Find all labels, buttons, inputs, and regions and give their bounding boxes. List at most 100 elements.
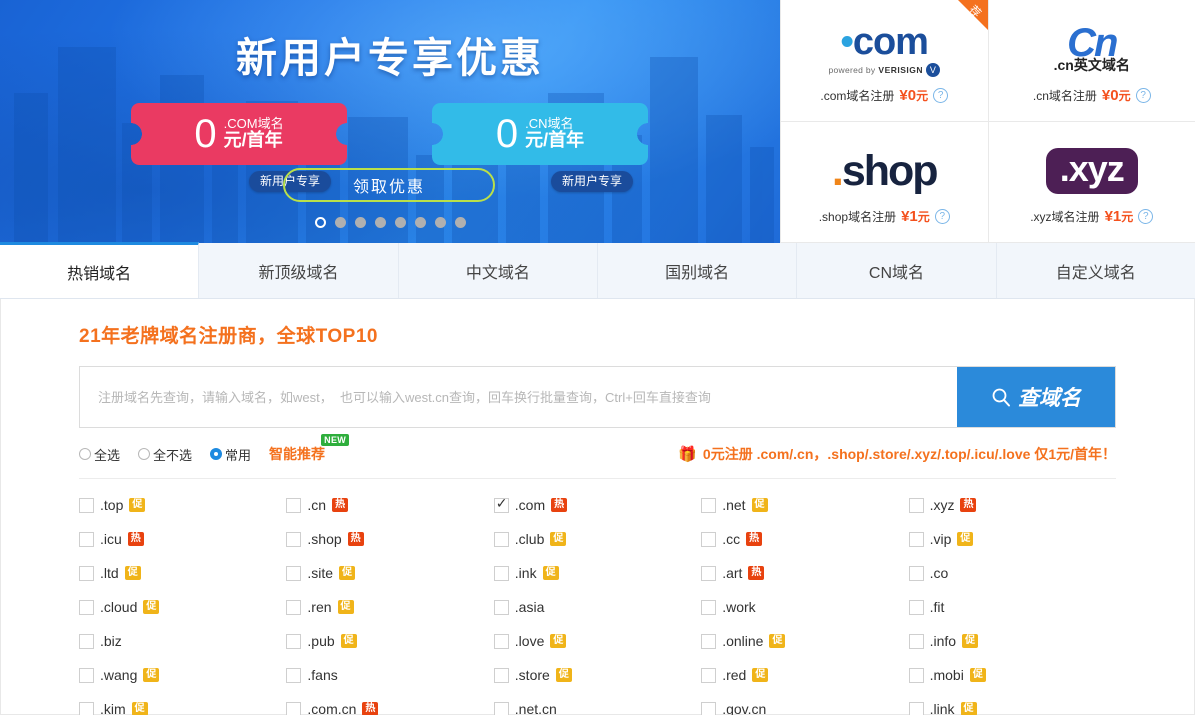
tld-option-ren[interactable]: .ren 促 (286, 599, 493, 615)
checkbox-icon[interactable] (701, 667, 717, 683)
tld-option-biz[interactable]: .biz (79, 633, 286, 649)
tld-option-store[interactable]: .store 促 (493, 667, 701, 683)
help-icon[interactable]: ? (933, 87, 949, 103)
tld-option-xyz[interactable]: .xyz 热 (908, 497, 1116, 513)
checkbox-icon[interactable] (908, 531, 924, 547)
tld-option-wang[interactable]: .wang 促 (79, 667, 286, 683)
tld-option-art[interactable]: .art 热 (701, 565, 908, 581)
radio-icon[interactable] (79, 448, 91, 460)
checkbox-icon[interactable] (79, 667, 94, 683)
promo-card-xyz[interactable]: .xyz .xyz域名注册 ¥1元 ? (987, 121, 1195, 243)
tld-option-comcn[interactable]: .com.cn 热 (286, 701, 493, 715)
tab-1[interactable]: 新顶级域名 (199, 243, 399, 298)
tld-option-ltd[interactable]: .ltd 促 (79, 565, 286, 581)
checkbox-icon[interactable] (493, 531, 509, 547)
tab-0[interactable]: 热销域名 (0, 242, 200, 298)
checkbox-icon[interactable] (908, 565, 924, 581)
tld-option-fit[interactable]: .fit (908, 599, 1116, 615)
tld-option-pub[interactable]: .pub 促 (286, 633, 493, 649)
domain-category-tabs[interactable]: 热销域名 新顶级域名 中文域名 国别域名 CN域名 自定义域名 (0, 242, 1195, 299)
checkbox-icon[interactable] (79, 565, 94, 581)
checkbox-icon[interactable] (493, 495, 509, 513)
tld-option-cloud[interactable]: .cloud 促 (79, 599, 286, 615)
tld-option-govcn[interactable]: .gov.cn (701, 701, 908, 715)
carousel-dot-4[interactable] (374, 217, 386, 228)
carousel-dot-1[interactable] (314, 217, 326, 228)
checkbox-icon[interactable] (79, 497, 94, 513)
tld-option-co[interactable]: .co (908, 565, 1116, 581)
checkbox-icon[interactable] (493, 565, 509, 581)
tld-option-club[interactable]: .club 促 (493, 531, 701, 547)
tld-option-mobi[interactable]: .mobi 促 (908, 667, 1116, 683)
option-2[interactable]: 常用 (210, 445, 251, 464)
radio-icon[interactable] (138, 448, 151, 460)
tab-3[interactable]: 国别域名 (597, 243, 798, 298)
checkbox-icon[interactable] (79, 701, 94, 715)
tld-option-kim[interactable]: .kim 促 (79, 701, 286, 715)
tld-option-top[interactable]: .top 促 (79, 497, 286, 513)
search-input[interactable] (80, 367, 957, 427)
checkbox-icon[interactable] (908, 599, 924, 615)
coupon-cn[interactable]: 0 .CN域名 元/首年 (432, 103, 648, 165)
radio-icon[interactable] (210, 448, 223, 460)
tld-option-cn[interactable]: .cn 热 (286, 497, 493, 513)
checkbox-icon[interactable] (286, 531, 302, 547)
tld-checkbox-grid[interactable]: .top 促 .cn 热 .com 热 .net 促 .xyz 热 .icu 热 .shop 热 .club… (79, 495, 1116, 715)
search-button[interactable]: 查域名 (957, 367, 1115, 427)
smart-recommend-link[interactable]: 智能推荐 NEW (269, 434, 350, 464)
tld-option-asia[interactable]: .asia (493, 599, 701, 615)
carousel-dot-2[interactable] (334, 217, 346, 228)
tld-option-red[interactable]: .red 促 (701, 667, 908, 683)
promo-card-com[interactable]: 荐 •com powered by VERISIGN V .com域名注册 ¥0… (780, 0, 988, 122)
checkbox-icon[interactable] (908, 497, 924, 513)
domain-search-bar[interactable]: 查域名 (79, 366, 1116, 428)
help-icon[interactable]: ? (1138, 209, 1154, 225)
checkbox-icon[interactable] (493, 599, 509, 615)
tld-option-icu[interactable]: .icu 热 (79, 531, 286, 547)
tld-option-cc[interactable]: .cc 热 (701, 531, 908, 547)
tld-option-com[interactable]: .com 热 (493, 495, 701, 513)
checkbox-icon[interactable] (286, 565, 302, 581)
tld-option-work[interactable]: .work (701, 599, 908, 615)
checkbox-icon[interactable] (701, 701, 717, 715)
hero-banner[interactable]: 新用户专享优惠 新用户专享 0 .COM域名 元/首年 新用户专享 0 .CN域… (0, 0, 780, 243)
checkbox-icon[interactable] (79, 531, 94, 547)
checkbox-icon[interactable] (701, 565, 717, 581)
selection-radio-group[interactable]: 全选 全不选 常用 智能推荐 NEW (79, 434, 350, 464)
checkbox-icon[interactable] (286, 701, 302, 715)
tab-2[interactable]: 中文域名 (398, 243, 598, 298)
banner-carousel-dots[interactable] (0, 217, 780, 228)
tld-option-link[interactable]: .link 促 (908, 701, 1116, 715)
tld-option-shop[interactable]: .shop 热 (286, 531, 493, 547)
tld-option-fans[interactable]: .fans (286, 667, 493, 683)
help-icon[interactable]: ? (934, 209, 950, 225)
coupon-com[interactable]: 0 .COM域名 元/首年 (131, 103, 347, 165)
option-0[interactable]: 全选 (79, 445, 120, 464)
tld-option-net[interactable]: .net 促 (701, 497, 908, 513)
checkbox-icon[interactable] (701, 633, 717, 649)
checkbox-icon[interactable] (493, 667, 509, 683)
carousel-dot-8[interactable] (454, 217, 466, 228)
checkbox-icon[interactable] (286, 599, 302, 615)
checkbox-icon[interactable] (79, 633, 94, 649)
tld-option-love[interactable]: .love 促 (493, 633, 701, 649)
carousel-dot-5[interactable] (394, 217, 406, 228)
tld-option-online[interactable]: .online 促 (701, 633, 908, 649)
help-icon[interactable]: ? (1135, 87, 1151, 103)
checkbox-icon[interactable] (908, 701, 924, 715)
checkbox-icon[interactable] (286, 667, 302, 683)
checkbox-icon[interactable] (493, 633, 509, 649)
carousel-dot-7[interactable] (434, 217, 446, 228)
checkbox-icon[interactable] (701, 531, 717, 547)
promo-card-cn[interactable]: Cn .cn英文域名 .cn域名注册 ¥0元 ? (987, 0, 1195, 122)
checkbox-icon[interactable] (908, 633, 924, 649)
tld-option-ink[interactable]: .ink 促 (493, 565, 701, 581)
tab-4[interactable]: CN域名 (797, 243, 997, 298)
carousel-dot-3[interactable] (354, 217, 366, 228)
checkbox-icon[interactable] (701, 599, 717, 615)
checkbox-icon[interactable] (493, 701, 509, 715)
checkbox-icon[interactable] (79, 599, 94, 615)
checkbox-icon[interactable] (701, 497, 717, 513)
checkbox-icon[interactable] (908, 667, 924, 683)
tab-5[interactable]: 自定义域名 (996, 243, 1195, 298)
